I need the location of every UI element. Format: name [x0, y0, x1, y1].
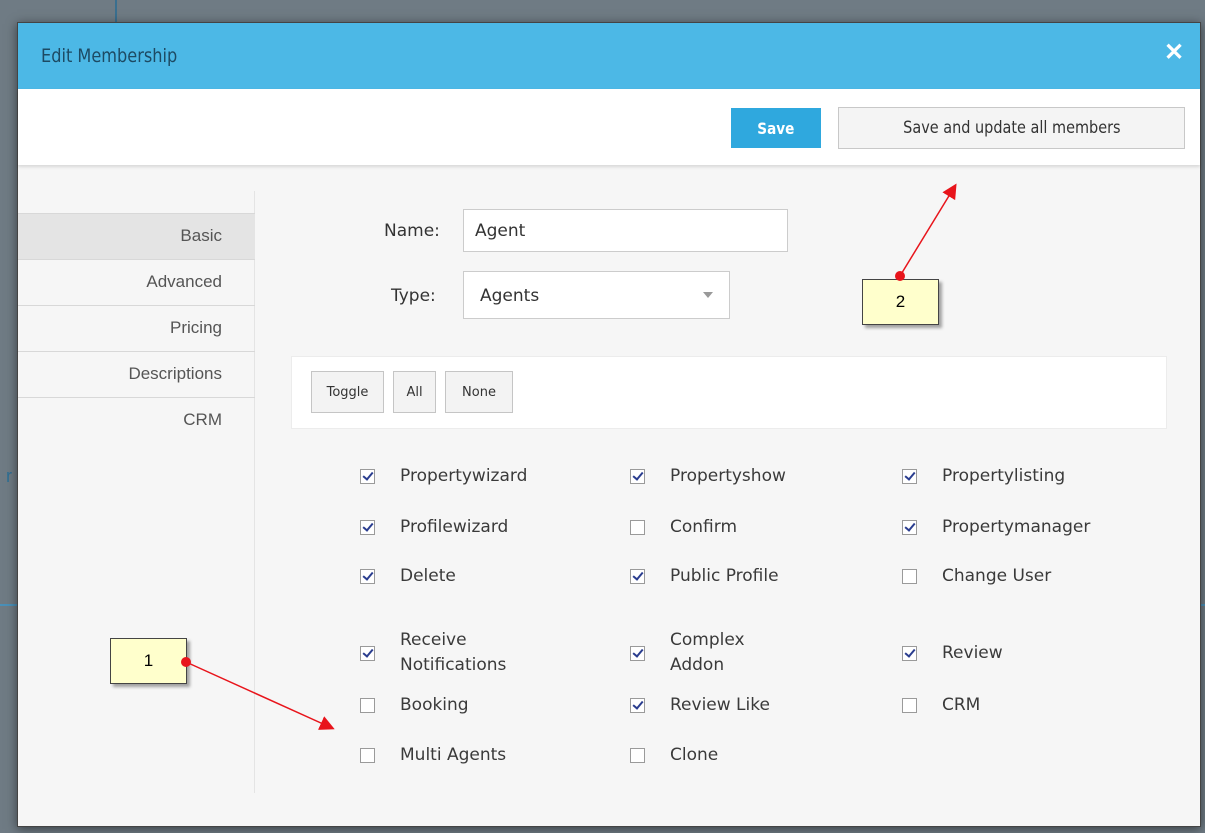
permission-label: Delete — [400, 566, 456, 586]
callout-1: 1 — [110, 638, 187, 684]
permission-checkbox[interactable] — [902, 520, 917, 535]
sidebar-item-crm[interactable]: CRM — [18, 397, 255, 443]
toggle-button[interactable]: Toggle — [311, 371, 384, 413]
background-text-fragment: r — [6, 466, 12, 486]
permission-checkbox[interactable] — [630, 520, 645, 535]
permission-checkbox[interactable] — [630, 569, 645, 584]
permission-checkbox[interactable] — [360, 698, 375, 713]
permission-item: CRM — [902, 693, 980, 718]
permission-item: Booking — [360, 693, 469, 718]
permission-item: Propertyshow — [630, 464, 786, 489]
permission-item: Propertylisting — [902, 464, 1065, 489]
permission-item: Review Like — [630, 693, 770, 718]
permission-item: Delete — [360, 564, 456, 589]
permission-checkbox[interactable] — [360, 469, 375, 484]
close-icon[interactable]: ✕ — [1162, 41, 1186, 65]
permission-checkbox[interactable] — [902, 469, 917, 484]
permission-label: Review — [942, 642, 1003, 663]
permission-checkbox[interactable] — [902, 645, 917, 661]
permission-label: Propertylisting — [942, 466, 1066, 486]
permission-checkbox[interactable] — [360, 748, 375, 763]
permission-label: Propertymanager — [942, 517, 1091, 537]
sidebar-item-basic[interactable]: Basic — [18, 213, 255, 259]
modal-header: Edit Membership ✕ — [18, 23, 1200, 89]
permission-label: Propertyshow — [670, 466, 786, 486]
background-divider-left — [0, 604, 17, 606]
permission-controls-panel: Toggle All None — [291, 356, 1167, 429]
permission-item: Review — [902, 628, 1003, 678]
permission-checkbox[interactable] — [902, 698, 917, 713]
permission-item: Receive Notifications — [360, 628, 550, 678]
permission-checkbox[interactable] — [360, 520, 375, 535]
permission-checkbox[interactable] — [630, 469, 645, 484]
permission-label: Review Like — [670, 695, 770, 715]
permission-item: Propertymanager — [902, 515, 1090, 540]
permission-label: Complex Addon — [670, 630, 745, 675]
permission-label: Booking — [400, 695, 469, 715]
permission-label: CRM — [942, 695, 981, 715]
chevron-down-icon — [703, 292, 713, 298]
permission-checkbox[interactable] — [630, 748, 645, 763]
permission-item: Propertywizard — [360, 464, 527, 489]
permission-item: Change User — [902, 564, 1051, 589]
type-select[interactable]: Agents — [463, 271, 730, 319]
callout-2: 2 — [862, 279, 939, 325]
permission-item: Public Profile — [630, 564, 779, 589]
permission-checkbox[interactable] — [630, 698, 645, 713]
background-divider-top — [115, 0, 117, 22]
background-divider-right — [1201, 604, 1205, 606]
permission-checkbox[interactable] — [360, 645, 375, 661]
permission-checkbox[interactable] — [902, 569, 917, 584]
save-button-label: Save — [757, 118, 795, 138]
permission-checkbox[interactable] — [360, 569, 375, 584]
permission-label: Change User — [942, 566, 1052, 586]
modal-toolbar: Save Save and update all members — [18, 89, 1200, 165]
all-button[interactable]: All — [393, 371, 436, 413]
permission-label: Receive Notifications — [400, 630, 507, 675]
permission-item: Complex Addon — [630, 628, 770, 678]
sidebar-item-descriptions[interactable]: Descriptions — [18, 351, 255, 397]
edit-membership-modal: Edit Membership ✕ Save Save and update a… — [17, 22, 1201, 827]
permission-label: Profilewizard — [400, 517, 509, 537]
permission-label: Public Profile — [670, 566, 779, 586]
permission-item: Confirm — [630, 515, 737, 540]
modal-title: Edit Membership — [41, 45, 178, 67]
type-select-value: Agents — [480, 286, 540, 306]
name-label: Name: — [384, 221, 440, 241]
save-and-update-all-members-button[interactable]: Save and update all members — [838, 107, 1185, 149]
save-and-update-label: Save and update all members — [902, 118, 1121, 138]
none-button[interactable]: None — [445, 371, 513, 413]
settings-sidenav: Basic Advanced Pricing Descriptions CRM — [18, 213, 255, 443]
type-label: Type: — [391, 286, 436, 306]
permission-checkbox[interactable] — [630, 645, 645, 661]
save-button[interactable]: Save — [731, 108, 821, 148]
permission-label: Confirm — [670, 517, 738, 537]
sidebar-item-pricing[interactable]: Pricing — [18, 305, 255, 351]
permission-item: Clone — [630, 743, 718, 768]
name-input[interactable] — [463, 209, 788, 252]
sidebar-item-advanced[interactable]: Advanced — [18, 259, 255, 305]
permission-label: Clone — [670, 745, 719, 765]
permission-label: Multi Agents — [400, 745, 507, 765]
permission-item: Multi Agents — [360, 743, 506, 768]
permission-item: Profilewizard — [360, 515, 508, 540]
permission-label: Propertywizard — [400, 466, 528, 486]
